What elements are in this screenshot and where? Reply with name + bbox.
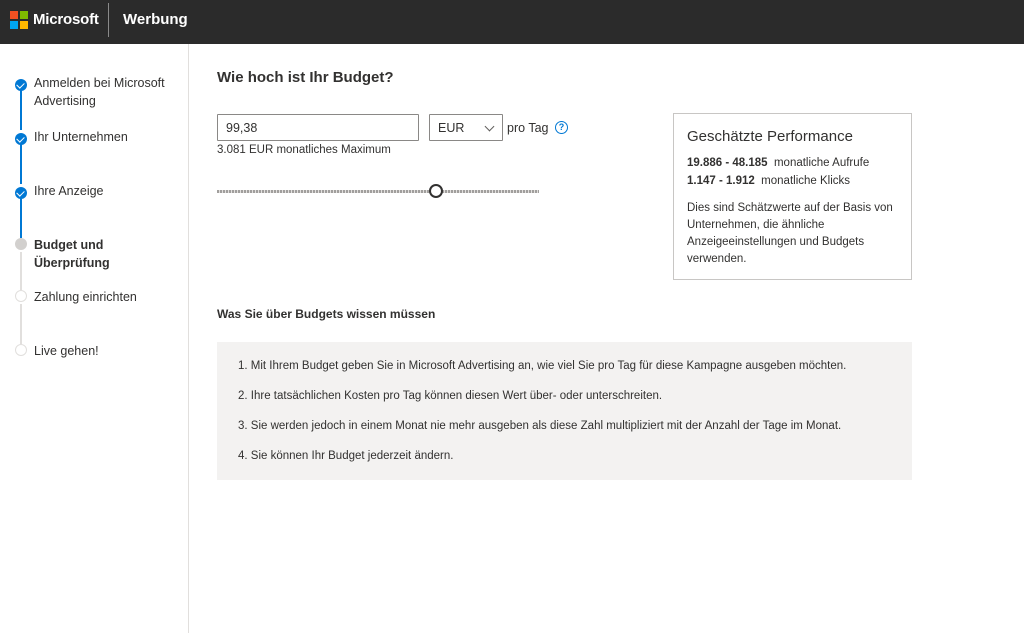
clicks-range: 1.147 - 1.912 bbox=[687, 175, 755, 187]
step-label: Anmelden bei Microsoft Advertising bbox=[34, 76, 165, 108]
progress-sidebar: Anmelden bei Microsoft Advertising Ihr U… bbox=[0, 44, 189, 633]
views-range: 19.886 - 48.185 bbox=[687, 157, 768, 169]
step-connector bbox=[20, 304, 22, 344]
logo-square-yellow bbox=[20, 21, 28, 29]
step-label: Live gehen! bbox=[34, 344, 99, 358]
current-step-icon bbox=[15, 238, 27, 250]
step-connector bbox=[20, 198, 22, 238]
clicks-label: monatliche Klicks bbox=[761, 175, 851, 187]
performance-note: Dies sind Schätzwerte auf der Basis von … bbox=[687, 202, 893, 265]
check-icon bbox=[15, 133, 27, 145]
currency-select[interactable]: EUR bbox=[429, 114, 503, 141]
logo-square-green bbox=[20, 11, 28, 19]
chevron-down-icon bbox=[484, 121, 495, 132]
step-label: Zahlung einrichten bbox=[34, 290, 137, 304]
step-label: Budget und Überprüfung bbox=[34, 238, 110, 270]
slider-track[interactable] bbox=[217, 190, 539, 193]
step-connector bbox=[20, 144, 22, 184]
brand-name[interactable]: Microsoft bbox=[33, 11, 99, 28]
pending-step-icon bbox=[15, 344, 27, 356]
info-list: 1. Mit Ihrem Budget geben Sie in Microso… bbox=[238, 359, 846, 479]
page-title: Wie hoch ist Ihr Budget? bbox=[217, 69, 394, 86]
help-icon[interactable]: ? bbox=[555, 121, 568, 134]
step-connector bbox=[20, 90, 22, 130]
top-header: Microsoft Werbung bbox=[0, 0, 1024, 44]
info-box: 1. Mit Ihrem Budget geben Sie in Microso… bbox=[217, 342, 912, 480]
check-icon bbox=[15, 187, 27, 199]
header-divider bbox=[108, 3, 109, 37]
currency-value: EUR bbox=[438, 120, 465, 135]
check-icon bbox=[15, 79, 27, 91]
clicks-row: 1.147 - 1.912 monatliche Klicks bbox=[687, 175, 850, 187]
step-label: Ihr Unternehmen bbox=[34, 130, 128, 144]
views-row: 19.886 - 48.185 monatliche Aufrufe bbox=[687, 157, 869, 169]
performance-title: Geschätzte Performance bbox=[687, 128, 853, 145]
per-day-label: pro Tag bbox=[507, 121, 549, 135]
list-item: 2. Ihre tatsächlichen Kosten pro Tag kön… bbox=[238, 390, 663, 402]
product-name: Werbung bbox=[123, 11, 188, 28]
list-item: 1. Mit Ihrem Budget geben Sie in Microso… bbox=[238, 360, 847, 372]
list-item: 3. Sie werden jedoch in einem Monat nie … bbox=[238, 420, 842, 432]
views-label: monatliche Aufrufe bbox=[773, 157, 870, 169]
budget-slider[interactable] bbox=[217, 184, 539, 198]
list-item: 4. Sie können Ihr Budget jederzeit änder… bbox=[238, 450, 454, 462]
info-heading: Was Sie über Budgets wissen müssen bbox=[217, 307, 436, 321]
monthly-maximum-text: 3.081 EUR monatliches Maximum bbox=[217, 144, 391, 156]
logo-square-blue bbox=[10, 21, 18, 29]
step-connector bbox=[20, 252, 22, 290]
performance-card: Geschätzte Performance 19.886 - 48.185 m… bbox=[673, 113, 912, 280]
logo-square-red bbox=[10, 11, 18, 19]
slider-thumb[interactable] bbox=[428, 184, 443, 198]
step-label: Ihre Anzeige bbox=[34, 184, 104, 198]
budget-amount-input[interactable] bbox=[217, 114, 419, 141]
microsoft-logo-icon[interactable] bbox=[10, 11, 28, 29]
pending-step-icon bbox=[15, 290, 27, 302]
